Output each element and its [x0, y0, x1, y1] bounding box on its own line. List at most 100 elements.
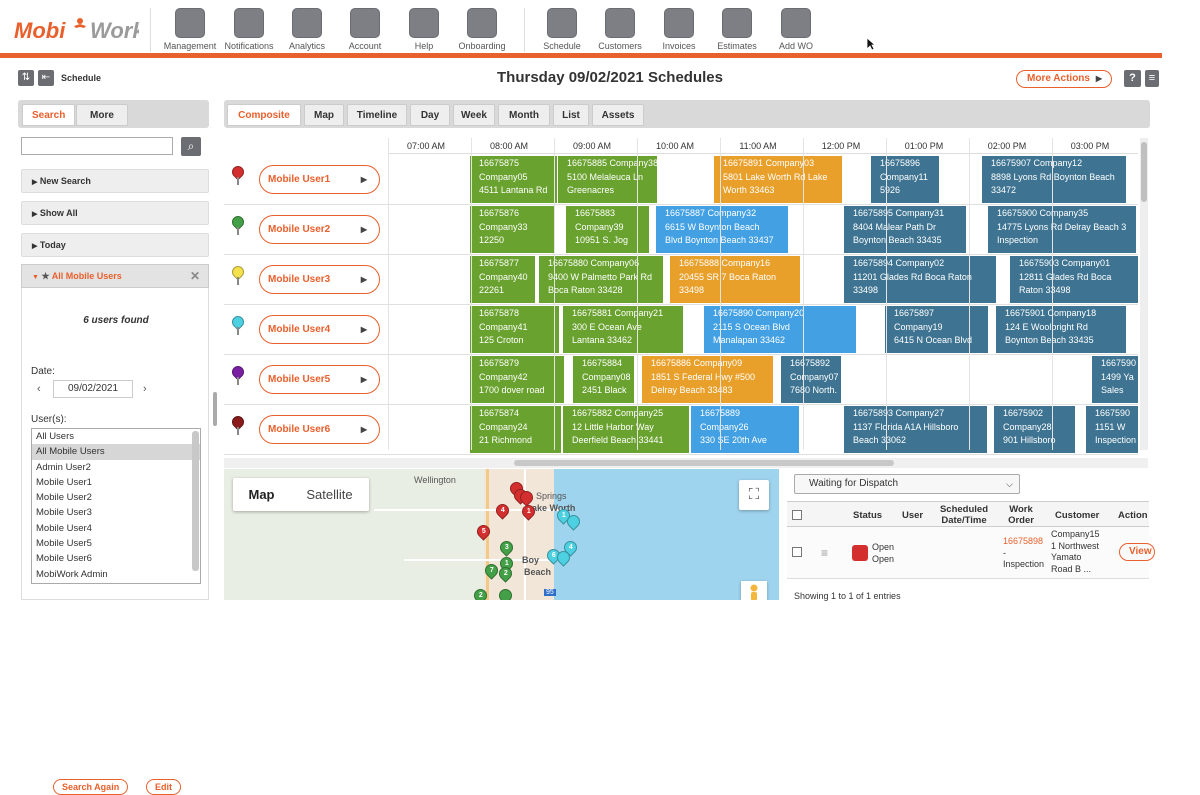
- schedule-event[interactable]: 16675888 Company16 20455 SR 7 Boca Raton 3…: [670, 256, 800, 303]
- schedule-event[interactable]: 16675880 Company06 9400 W Palmetto Park R…: [539, 256, 663, 303]
- map-view[interactable]: Wellington Springs ake Worth Boy Beach 9…: [224, 469, 779, 600]
- schedule-event[interactable]: 16675889Company26 330 SE 20th Ave: [691, 406, 799, 453]
- user-option[interactable]: Mobile User2: [32, 490, 200, 505]
- select-all-checkbox[interactable]: [792, 510, 802, 520]
- user-option[interactable]: Mobile User3: [32, 505, 200, 520]
- schedule-event[interactable]: 16675881 Company21 300 E Ocean Ave Lantana…: [563, 306, 683, 353]
- horizontal-scrollbar[interactable]: [224, 458, 1148, 468]
- close-icon[interactable]: ✕: [190, 265, 200, 287]
- sidebar-item-show-all[interactable]: ▶ Show All: [21, 201, 209, 225]
- help-button[interactable]: ?: [1124, 70, 1141, 87]
- search-again-button[interactable]: Search Again: [53, 779, 129, 795]
- schedule-event[interactable]: 16675902 Company28 901 Hillsboro: [994, 406, 1075, 453]
- view-button[interactable]: View: [1119, 543, 1155, 561]
- schedule-event[interactable]: 16675884 Company08 2451 Black: [573, 356, 634, 403]
- schedule-event[interactable]: 16675892 Company07 7680 North.: [781, 356, 841, 403]
- sidebar-item-new-search[interactable]: ▶ New Search: [21, 169, 209, 193]
- schedule-event[interactable]: 16675897 Company19 6415 N Ocean Blvd: [885, 306, 988, 353]
- user-option[interactable]: Mobile User5: [32, 536, 200, 551]
- user-button-5[interactable]: Mobile User5 ▶: [259, 365, 380, 394]
- tab-more[interactable]: More: [76, 104, 128, 126]
- toolbar-account-button[interactable]: Account: [336, 6, 394, 54]
- mobiwork-logo[interactable]: Mobi Work: [14, 14, 139, 46]
- toolbar-help-button[interactable]: Help: [395, 6, 453, 54]
- toolbar-notifications-button[interactable]: Notifications: [220, 6, 278, 54]
- user-button-3[interactable]: Mobile User3 ▶: [259, 265, 380, 294]
- scrollbar-thumb[interactable]: [514, 460, 894, 466]
- fullscreen-icon[interactable]: ⛶: [739, 480, 769, 510]
- user-option[interactable]: Mobile User6: [32, 551, 200, 566]
- toolbar-add-wo-button[interactable]: Add WO: [767, 6, 825, 54]
- user-option[interactable]: Mobile User4: [32, 521, 200, 536]
- user-button-6[interactable]: Mobile User6 ▶: [259, 415, 380, 444]
- row-checkbox[interactable]: [792, 547, 802, 557]
- sidebar-item-all-mobile-users[interactable]: ▼ ★ All Mobile Users ✕: [21, 264, 209, 288]
- dispatch-filter-select[interactable]: Waiting for Dispatch ⌵: [794, 474, 1020, 494]
- schedule-event[interactable]: 1667590 1499 Ya Sales: [1092, 356, 1138, 403]
- scrollbar[interactable]: [1140, 138, 1148, 450]
- user-option[interactable]: All Users: [32, 429, 200, 444]
- chevron-left-icon[interactable]: ‹: [37, 383, 41, 395]
- swap-icon[interactable]: ⇅: [18, 70, 34, 86]
- user-button-1[interactable]: Mobile User1 ▶: [259, 165, 380, 194]
- schedule-event[interactable]: 16675895 Company31 8404 Malear Path Dr Boy…: [844, 206, 966, 253]
- user-option[interactable]: Mobile User1: [32, 475, 200, 490]
- more-actions-button[interactable]: More Actions ▶: [1016, 70, 1112, 88]
- pegman-icon[interactable]: [741, 581, 767, 600]
- tab-search[interactable]: Search: [22, 104, 76, 126]
- tab-week[interactable]: Week: [453, 104, 495, 126]
- schedule-event[interactable]: 16675887 Company32 6615 W Boynton Beach Bl…: [656, 206, 788, 253]
- user-option[interactable]: Admin User2: [32, 460, 200, 475]
- user-button-4[interactable]: Mobile User4 ▶: [259, 315, 380, 344]
- column-header-work-order[interactable]: Work Order: [1005, 502, 1037, 528]
- tab-month[interactable]: Month: [498, 104, 550, 126]
- column-header-user[interactable]: User: [902, 502, 926, 528]
- user-option[interactable]: All Mobile Users: [32, 444, 200, 460]
- schedule-event[interactable]: 16675877 Company40 22261: [470, 256, 535, 303]
- schedule-event[interactable]: 16675879 Company42 1700 dover road: [470, 356, 564, 403]
- schedule-event[interactable]: 16675885 Company38 5100 Melaleuca Ln Green…: [558, 156, 657, 203]
- schedule-event[interactable]: 16675907 Company12 8898 Lyons Rd Boynton …: [982, 156, 1126, 203]
- user-option[interactable]: MobiWork Admin: [32, 567, 200, 582]
- toolbar-schedule-button[interactable]: Schedule: [533, 6, 591, 54]
- tab-timeline[interactable]: Timeline: [347, 104, 407, 126]
- stack-icon[interactable]: ≡: [1145, 70, 1159, 87]
- user-select-list[interactable]: All Users All Mobile Users Admin User2 Mobi…: [31, 428, 201, 584]
- tab-composite[interactable]: Composite: [227, 104, 301, 126]
- schedule-event[interactable]: 16675896 Company11 5926: [871, 156, 939, 203]
- toolbar-estimates-button[interactable]: Estimates: [708, 6, 766, 54]
- schedule-event[interactable]: 16675875 Company05 4511 Lantana Rd: [470, 156, 557, 203]
- schedule-event[interactable]: 16675886 Company09 1851 S Federal Hwy #50…: [642, 356, 773, 403]
- date-field[interactable]: 09/02/2021: [53, 380, 133, 398]
- schedule-event[interactable]: 16675901 Company18 124 E Woolbright Rd Boy…: [996, 306, 1126, 353]
- scrollbar[interactable]: [192, 431, 199, 571]
- table-row[interactable]: ≡ Open Open 16675898- Inspection Company15…: [787, 527, 1155, 579]
- scrollbar-thumb[interactable]: [1141, 142, 1147, 202]
- schedule-event[interactable]: 16675890 Company20 2115 S Ocean Blvd Manal…: [704, 306, 856, 353]
- tab-day[interactable]: Day: [410, 104, 450, 126]
- edit-button[interactable]: Edit: [146, 779, 181, 795]
- schedule-event[interactable]: 16675894 Company02 11201 Glades Rd Boca R…: [844, 256, 996, 303]
- search-input[interactable]: [21, 137, 173, 155]
- schedule-event[interactable]: 16675903 Company01 12811 Glades Rd Boca Ra…: [1010, 256, 1138, 303]
- work-order-link[interactable]: 16675898: [1003, 536, 1044, 548]
- toolbar-invoices-button[interactable]: Invoices: [650, 6, 708, 54]
- schedule-event[interactable]: 1667590 1151 W Inspection: [1086, 406, 1138, 453]
- tab-list[interactable]: List: [553, 104, 589, 126]
- toolbar-onboarding-button[interactable]: Onboarding: [453, 6, 511, 54]
- schedule-event[interactable]: 16675874 Company24 21 Richmond: [470, 406, 561, 453]
- column-header-action[interactable]: Action: [1118, 502, 1150, 528]
- schedule-event[interactable]: 16675876 Company33 12250: [470, 206, 555, 253]
- chevron-right-icon[interactable]: ›: [143, 383, 147, 395]
- column-header-status[interactable]: Status: [853, 502, 889, 528]
- map-type-map-button[interactable]: Map: [233, 478, 290, 511]
- drag-handle-icon[interactable]: ≡: [821, 546, 828, 560]
- schedule-event[interactable]: 16675891 Company03 5801 Lake Worth Rd Lak…: [714, 156, 842, 203]
- schedule-event[interactable]: 16675893 Company27 1137 Florida A1A Hills…: [844, 406, 987, 453]
- schedule-event[interactable]: 16675878 Company41 125 Croton: [470, 306, 559, 353]
- resize-handle[interactable]: [213, 392, 217, 426]
- schedule-event[interactable]: 16675882 Company25 12 Little Harbor Way De…: [563, 406, 689, 453]
- tab-map[interactable]: Map: [304, 104, 344, 126]
- column-header-scheduled[interactable]: Scheduled Date/Time: [939, 502, 989, 528]
- sidebar-item-today[interactable]: ▶ Today: [21, 233, 209, 257]
